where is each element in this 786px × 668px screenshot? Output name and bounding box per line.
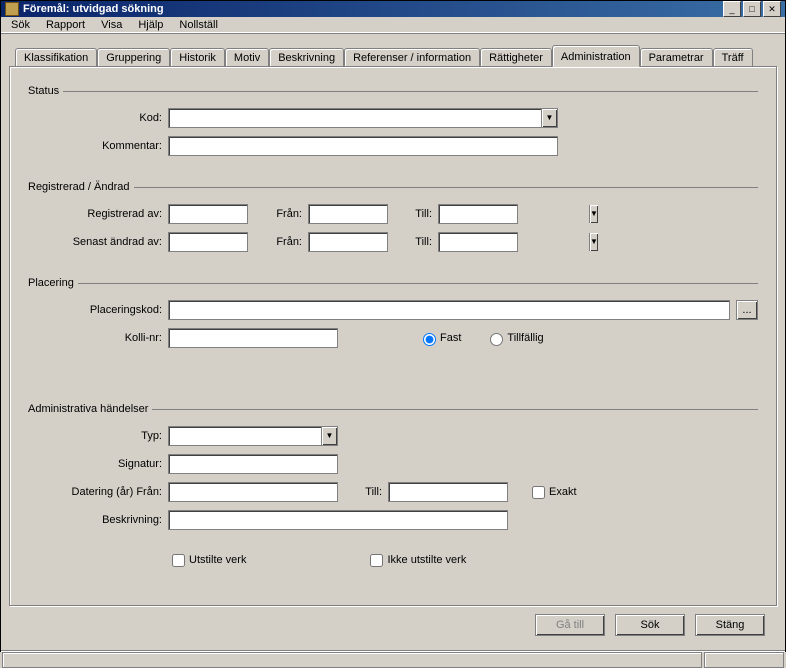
tab-historik[interactable]: Historik: [170, 48, 225, 67]
titlebar: Föremål: utvidgad sökning _ □ ✕: [1, 1, 785, 17]
chevron-down-icon[interactable]: ▼: [589, 205, 598, 223]
footer-buttons: Gå till Sök Stäng: [9, 606, 777, 642]
minimize-button[interactable]: _: [723, 1, 741, 17]
andrad-fran-combo[interactable]: ▼: [308, 232, 388, 252]
tab-klassifikation[interactable]: Klassifikation: [15, 48, 97, 67]
reg-till-input[interactable]: [439, 205, 589, 223]
datering-fran-input[interactable]: [168, 482, 338, 502]
statusbar-cell-1: [2, 652, 702, 668]
andrad-till-input[interactable]: [439, 233, 589, 251]
typ-combo[interactable]: ▼: [168, 426, 338, 446]
group-status: Status Kod: ▼ Kommentar:: [28, 85, 758, 163]
chevron-down-icon[interactable]: ▼: [321, 427, 337, 445]
content-area: Klassifikation Gruppering Historik Motiv…: [1, 34, 785, 650]
label-datering-till: Till:: [338, 486, 388, 498]
reg-fran-combo[interactable]: ▼: [308, 204, 388, 224]
tab-referenser[interactable]: Referenser / information: [344, 48, 480, 67]
menubar: Sök Rapport Visa Hjälp Nollställ: [1, 17, 785, 34]
menu-hjalp[interactable]: Hjälp: [130, 17, 171, 33]
ga-till-button[interactable]: Gå till: [535, 614, 605, 636]
checkbox-utstilte-verk-label: Utstilte verk: [189, 554, 246, 566]
label-beskrivning: Beskrivning:: [28, 514, 168, 526]
checkbox-utstilte-verk-input[interactable]: [172, 554, 185, 567]
checkbox-ikke-utstilte-verk-input[interactable]: [370, 554, 383, 567]
statusbar: [1, 650, 785, 668]
label-signatur: Signatur:: [28, 458, 168, 470]
tab-beskrivning[interactable]: Beskrivning: [269, 48, 344, 67]
tab-motiv[interactable]: Motiv: [225, 48, 269, 67]
tab-gruppering[interactable]: Gruppering: [97, 48, 170, 67]
menu-nollstall[interactable]: Nollställ: [171, 17, 226, 33]
group-placering: Placering Placeringskod: ... Kolli-nr: F…: [28, 277, 758, 355]
tab-strip: Klassifikation Gruppering Historik Motiv…: [15, 44, 777, 66]
group-registrerad-legend: Registrerad / Ändrad: [28, 181, 134, 193]
radio-fast[interactable]: Fast: [418, 330, 461, 346]
radio-fast-label: Fast: [440, 332, 461, 344]
checkbox-exakt[interactable]: Exakt: [528, 483, 577, 502]
close-button[interactable]: ✕: [763, 1, 781, 17]
kolli-nr-input[interactable]: [168, 328, 338, 348]
radio-tillfallig-input[interactable]: [490, 333, 503, 346]
menu-visa[interactable]: Visa: [93, 17, 130, 33]
typ-input[interactable]: [169, 427, 321, 445]
group-status-legend: Status: [28, 85, 63, 97]
label-andrad-fran: Från:: [248, 236, 308, 248]
stang-button[interactable]: Stäng: [695, 614, 765, 636]
label-kod: Kod:: [28, 112, 168, 124]
placeringskod-input[interactable]: [168, 300, 730, 320]
main-window: Föremål: utvidgad sökning _ □ ✕ Sök Rapp…: [0, 0, 786, 652]
group-handelser: Administrativa händelser Typ: ▼ Signatur…: [28, 403, 758, 577]
label-datering-fran: Datering (år) Från:: [28, 486, 168, 498]
label-placeringskod: Placeringskod:: [28, 304, 168, 316]
window-title: Föremål: utvidgad sökning: [23, 3, 721, 15]
checkbox-utstilte-verk[interactable]: Utstilte verk: [168, 551, 246, 570]
sok-button[interactable]: Sök: [615, 614, 685, 636]
datering-till-input[interactable]: [388, 482, 508, 502]
label-andrad-till: Till:: [388, 236, 438, 248]
placeringskod-browse-button[interactable]: ...: [736, 300, 758, 320]
checkbox-exakt-label: Exakt: [549, 486, 577, 498]
registrerad-av-input[interactable]: [168, 204, 248, 224]
menu-sok[interactable]: Sök: [3, 17, 38, 33]
tab-rattigheter[interactable]: Rättigheter: [480, 48, 552, 67]
kod-input[interactable]: [169, 109, 541, 127]
kommentar-input[interactable]: [168, 136, 558, 156]
tab-traff[interactable]: Träff: [713, 48, 753, 67]
label-kommentar: Kommentar:: [28, 140, 168, 152]
kod-combo[interactable]: ▼: [168, 108, 558, 128]
beskrivning-input[interactable]: [168, 510, 508, 530]
radio-tillfallig[interactable]: Tillfällig: [485, 330, 543, 346]
label-typ: Typ:: [28, 430, 168, 442]
label-senast-andrad-av: Senast ändrad av:: [28, 236, 168, 248]
group-registrerad: Registrerad / Ändrad Registrerad av: Frå…: [28, 181, 758, 259]
menu-rapport[interactable]: Rapport: [38, 17, 93, 33]
reg-till-combo[interactable]: ▼: [438, 204, 518, 224]
label-registrerad-av: Registrerad av:: [28, 208, 168, 220]
signatur-input[interactable]: [168, 454, 338, 474]
group-placering-legend: Placering: [28, 277, 78, 289]
chevron-down-icon[interactable]: ▼: [541, 109, 557, 127]
app-icon: [5, 2, 19, 16]
maximize-button[interactable]: □: [743, 1, 761, 17]
checkbox-exakt-input[interactable]: [532, 486, 545, 499]
tab-parametrar[interactable]: Parametrar: [640, 48, 713, 67]
statusbar-cell-2: [704, 652, 784, 668]
radio-tillfallig-label: Tillfällig: [507, 332, 543, 344]
andrad-till-combo[interactable]: ▼: [438, 232, 518, 252]
group-handelser-legend: Administrativa händelser: [28, 403, 152, 415]
checkbox-ikke-utstilte-verk[interactable]: Ikke utstilte verk: [366, 551, 466, 570]
radio-fast-input[interactable]: [423, 333, 436, 346]
tab-panel: Status Kod: ▼ Kommentar: Registrerad / Ä…: [9, 66, 777, 606]
chevron-down-icon[interactable]: ▼: [589, 233, 598, 251]
label-reg-fran: Från:: [248, 208, 308, 220]
label-reg-till: Till:: [388, 208, 438, 220]
senast-andrad-av-input[interactable]: [168, 232, 248, 252]
checkbox-ikke-utstilte-verk-label: Ikke utstilte verk: [387, 554, 466, 566]
tab-administration[interactable]: Administration: [552, 45, 640, 67]
label-kolli-nr: Kolli-nr:: [28, 332, 168, 344]
window-controls: _ □ ✕: [721, 1, 781, 17]
